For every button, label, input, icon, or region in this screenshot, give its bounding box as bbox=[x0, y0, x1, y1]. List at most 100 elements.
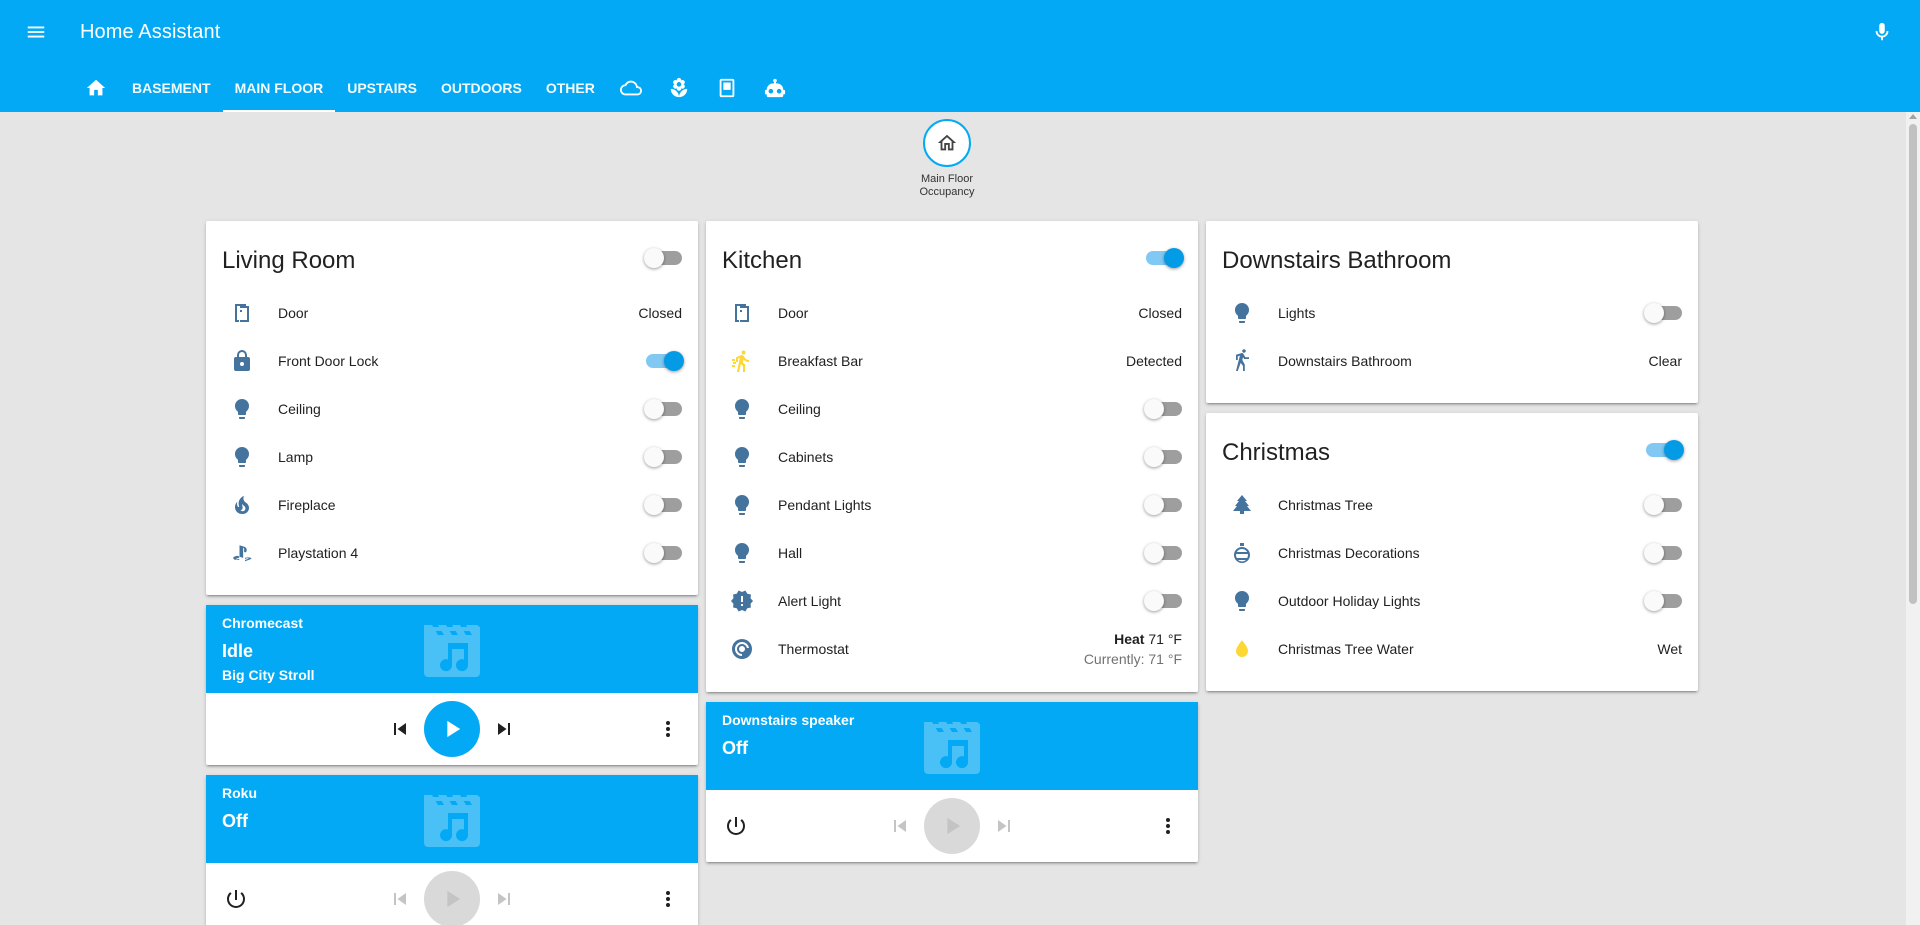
entity-row-ceiling[interactable]: Ceiling bbox=[206, 385, 698, 433]
previous-track-button[interactable] bbox=[888, 814, 912, 838]
lightbulb-icon bbox=[235, 447, 249, 467]
media-info[interactable]: Chromecast Idle Big City Stroll bbox=[206, 605, 698, 693]
tab-upstairs[interactable]: UPSTAIRS bbox=[335, 64, 429, 112]
occupancy-badge[interactable]: Main Floor Occupancy bbox=[917, 119, 977, 199]
microphone-icon bbox=[1875, 22, 1889, 41]
scrollbar-thumb[interactable] bbox=[1909, 124, 1917, 604]
kitchen-group-toggle[interactable] bbox=[1146, 248, 1184, 268]
tab-outdoors[interactable]: OUTDOORS bbox=[429, 64, 534, 112]
cloud-icon bbox=[619, 80, 642, 96]
entity-row-christmas-tree-water[interactable]: Christmas Tree Water Wet bbox=[1206, 625, 1698, 673]
entity-row-front-door-lock[interactable]: Front Door Lock bbox=[206, 337, 698, 385]
more-options-button[interactable] bbox=[656, 887, 680, 911]
entity-row-ceiling[interactable]: Ceiling bbox=[706, 385, 1198, 433]
entity-row-door[interactable]: Door Closed bbox=[206, 289, 698, 337]
previous-track-button[interactable] bbox=[388, 887, 412, 911]
card-title: Christmas bbox=[1222, 439, 1331, 466]
cabinets-toggle[interactable] bbox=[1144, 447, 1182, 467]
entity-row-christmas-tree[interactable]: Christmas Tree bbox=[1206, 481, 1698, 529]
previous-track-button[interactable] bbox=[388, 717, 412, 741]
flower-icon bbox=[670, 77, 688, 98]
media-controls bbox=[206, 693, 698, 765]
kitchen-card: Kitchen Door Closed Breakfast Bar Detect… bbox=[706, 221, 1198, 692]
front-door-lock-toggle[interactable] bbox=[646, 351, 684, 371]
dots-vertical-icon bbox=[666, 721, 670, 737]
outdoor-holiday-lights-toggle[interactable] bbox=[1644, 591, 1682, 611]
movie-music-icon bbox=[924, 722, 980, 774]
tab-main-floor[interactable]: MAIN FLOOR bbox=[222, 64, 336, 112]
entity-row-playstation[interactable]: Playstation 4 bbox=[206, 529, 698, 577]
badge-circle bbox=[923, 119, 971, 167]
media-player-name: Chromecast bbox=[222, 615, 303, 631]
tab-garden[interactable] bbox=[655, 64, 703, 112]
card-title: Living Room bbox=[222, 247, 356, 274]
christmas-tree-toggle[interactable] bbox=[1644, 495, 1682, 515]
scroll-up-arrow[interactable] bbox=[1909, 114, 1917, 119]
card-header: Downstairs Bathroom bbox=[1206, 221, 1698, 289]
movie-music-icon bbox=[424, 795, 480, 847]
pendant-lights-toggle[interactable] bbox=[1144, 495, 1182, 515]
hall-toggle[interactable] bbox=[1144, 543, 1182, 563]
christmas-card: Christmas Christmas Tree Christmas Decor… bbox=[1206, 413, 1698, 691]
play-icon bbox=[947, 817, 961, 835]
menu-icon bbox=[27, 26, 45, 38]
entity-row-breakfast-bar[interactable]: Breakfast Bar Detected bbox=[706, 337, 1198, 385]
ornament-icon bbox=[1234, 543, 1250, 563]
entity-row-cabinets[interactable]: Cabinets bbox=[706, 433, 1198, 481]
toolbar: Home Assistant bbox=[0, 0, 1920, 64]
tab-weather[interactable] bbox=[607, 64, 655, 112]
tab-automation[interactable] bbox=[751, 64, 799, 112]
entity-row-outdoor-holiday-lights[interactable]: Outdoor Holiday Lights bbox=[1206, 577, 1698, 625]
entity-row-lamp[interactable]: Lamp bbox=[206, 433, 698, 481]
entity-row-christmas-decorations[interactable]: Christmas Decorations bbox=[1206, 529, 1698, 577]
fireplace-toggle[interactable] bbox=[644, 495, 682, 515]
power-button[interactable] bbox=[724, 814, 748, 838]
lamp-toggle[interactable] bbox=[644, 447, 682, 467]
next-track-button[interactable] bbox=[492, 887, 516, 911]
ceiling-toggle[interactable] bbox=[644, 399, 682, 419]
entity-row-bathroom-motion[interactable]: Downstairs Bathroom Clear bbox=[1206, 337, 1698, 385]
play-pause-button[interactable] bbox=[424, 871, 480, 925]
menu-button[interactable] bbox=[18, 14, 54, 50]
christmas-group-toggle[interactable] bbox=[1646, 440, 1684, 460]
more-options-button[interactable] bbox=[656, 717, 680, 741]
motion-icon bbox=[732, 350, 749, 372]
alert-decagram-icon bbox=[731, 590, 753, 612]
next-track-button[interactable] bbox=[992, 814, 1016, 838]
play-pause-button[interactable] bbox=[924, 798, 980, 854]
entity-row-lights[interactable]: Lights bbox=[1206, 289, 1698, 337]
entity-row-hall[interactable]: Hall bbox=[706, 529, 1198, 577]
alert-light-toggle[interactable] bbox=[1144, 591, 1182, 611]
view-tabs: BASEMENT MAIN FLOOR UPSTAIRS OUTDOORS OT… bbox=[72, 64, 799, 112]
playstation-toggle[interactable] bbox=[644, 543, 682, 563]
living-room-group-toggle[interactable] bbox=[644, 248, 682, 268]
media-info[interactable]: Downstairs speaker Off bbox=[706, 702, 1198, 790]
playstation-icon bbox=[233, 545, 252, 562]
tab-tablet[interactable] bbox=[703, 64, 751, 112]
entity-row-fireplace[interactable]: Fireplace bbox=[206, 481, 698, 529]
next-track-button[interactable] bbox=[492, 717, 516, 741]
media-art bbox=[420, 621, 484, 677]
voice-button[interactable] bbox=[1868, 18, 1896, 46]
media-controls bbox=[206, 863, 698, 925]
power-button[interactable] bbox=[224, 887, 248, 911]
entity-row-pendant-lights[interactable]: Pendant Lights bbox=[706, 481, 1198, 529]
ceiling-toggle[interactable] bbox=[1144, 399, 1182, 419]
christmas-decorations-toggle[interactable] bbox=[1644, 543, 1682, 563]
entity-row-door[interactable]: Door Closed bbox=[706, 289, 1198, 337]
skip-previous-icon bbox=[894, 820, 906, 832]
media-info[interactable]: Roku Off bbox=[206, 775, 698, 863]
page-scrollbar[interactable] bbox=[1906, 112, 1920, 925]
entity-row-alert-light[interactable]: Alert Light bbox=[706, 577, 1198, 625]
entity-row-thermostat[interactable]: Thermostat Heat 71 °F Currently: 71 °F bbox=[706, 625, 1198, 673]
tab-basement[interactable]: BASEMENT bbox=[120, 64, 223, 112]
app-header: Home Assistant BASEMENT MAIN FLOOR UPSTA… bbox=[0, 0, 1920, 112]
skip-next-icon bbox=[498, 893, 510, 905]
tab-other[interactable]: OTHER bbox=[534, 64, 607, 112]
more-options-button[interactable] bbox=[1156, 814, 1180, 838]
tab-home[interactable] bbox=[72, 64, 120, 112]
lightbulb-icon bbox=[1235, 591, 1249, 611]
lock-icon bbox=[234, 350, 250, 371]
lights-toggle[interactable] bbox=[1644, 303, 1682, 323]
play-pause-button[interactable] bbox=[424, 701, 480, 757]
